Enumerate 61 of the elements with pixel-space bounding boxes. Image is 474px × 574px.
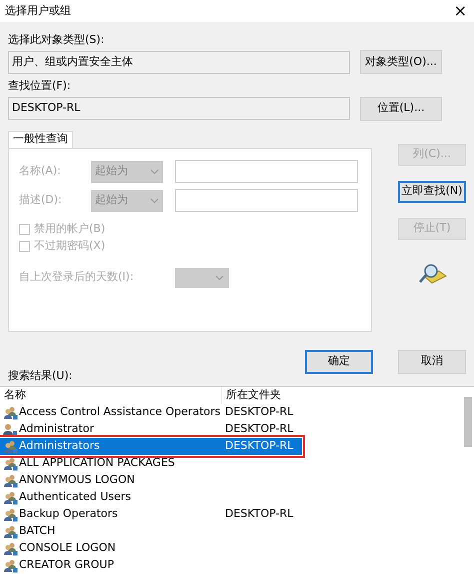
- result-row[interactable]: ALL APPLICATION PACKAGES: [0, 455, 302, 472]
- chevron-down-icon: [150, 198, 159, 204]
- account-name: BATCH: [19, 523, 56, 540]
- account-name: Backup Operators: [19, 506, 118, 522]
- field-label: 描述(D):: [19, 192, 63, 208]
- dialog-button[interactable]: 确定: [305, 350, 373, 374]
- group-icon: [3, 558, 18, 572]
- browse-button[interactable]: 对象类型(O)...: [360, 50, 442, 74]
- result-row[interactable]: Authenticated Users: [0, 489, 302, 506]
- result-row[interactable]: CREATOR GROUP: [0, 557, 302, 574]
- result-row[interactable]: Administrators DESKTOP-RL: [0, 438, 302, 455]
- account-name: CONSOLE LOGON: [19, 540, 116, 556]
- account-name: ALL APPLICATION PACKAGES: [19, 455, 175, 472]
- account-name: ANONYMOUS LOGON: [19, 472, 135, 488]
- result-row[interactable]: Access Control Assistance Operators DESKTOP-RL: [0, 404, 302, 421]
- text-field[interactable]: [175, 189, 358, 212]
- user-icon: [3, 422, 18, 436]
- text-field[interactable]: [175, 160, 358, 183]
- account-name: Access Control Assistance Operators: [19, 404, 220, 420]
- tab[interactable]: 一般性查询: [8, 130, 73, 148]
- field-label: 查找位置(F):: [8, 78, 72, 94]
- group-icon: [3, 440, 18, 454]
- side-button[interactable]: 立即查找(N): [398, 180, 466, 202]
- folder-cell-text: DESKTOP-RL: [224, 506, 294, 522]
- browse-button[interactable]: 位置(L)...: [360, 96, 442, 120]
- checkbox-label: 禁用的帐户(B): [34, 220, 106, 237]
- folder-cell-text: DESKTOP-RL: [224, 404, 294, 420]
- readonly-field: DESKTOP-RL: [8, 97, 350, 120]
- folder-cell-text: DESKTOP-RL: [224, 438, 294, 454]
- account-name: CREATOR GROUP: [19, 557, 114, 574]
- account-name: Administrator: [19, 421, 94, 438]
- checkbox-label: 不过期密码(X): [34, 238, 106, 254]
- search-folder-icon: [419, 262, 447, 284]
- window-title: 选择用户或组: [5, 2, 71, 18]
- group-icon: [3, 524, 18, 538]
- result-row[interactable]: CONSOLE LOGON: [0, 540, 302, 557]
- field-label: 自上次登录后的天数(I):: [19, 269, 135, 286]
- days-dropdown[interactable]: [175, 268, 229, 288]
- group-icon: [3, 542, 18, 556]
- result-row[interactable]: BATCH: [0, 523, 302, 540]
- close-button[interactable]: ×: [454, 2, 467, 19]
- result-row[interactable]: Administrator DESKTOP-RL: [0, 421, 302, 438]
- result-row[interactable]: ANONYMOUS LOGON: [0, 472, 302, 489]
- results-label: 搜索结果(U):: [8, 368, 74, 384]
- folder-cell-text: DESKTOP-RL: [224, 421, 294, 438]
- group-icon: [3, 406, 18, 420]
- group-icon: [3, 508, 18, 522]
- account-name: Authenticated Users: [19, 489, 132, 506]
- group-icon: [3, 456, 18, 470]
- dialog-button[interactable]: 取消: [398, 350, 466, 374]
- group-icon: [3, 490, 18, 504]
- column-header[interactable]: 所在文件夹: [221, 387, 301, 404]
- group-icon: [3, 474, 18, 488]
- column-header[interactable]: 名称: [0, 387, 221, 404]
- chevron-down-icon: [215, 274, 224, 280]
- field-label: 选择此对象类型(S):: [8, 32, 106, 48]
- account-name: Administrators: [19, 438, 100, 454]
- readonly-field: 用户、组或内置安全主体: [8, 50, 350, 74]
- field-label: 名称(A):: [19, 163, 62, 180]
- result-row[interactable]: Backup Operators DESKTOP-RL: [0, 506, 302, 523]
- chevron-down-icon: [150, 168, 159, 174]
